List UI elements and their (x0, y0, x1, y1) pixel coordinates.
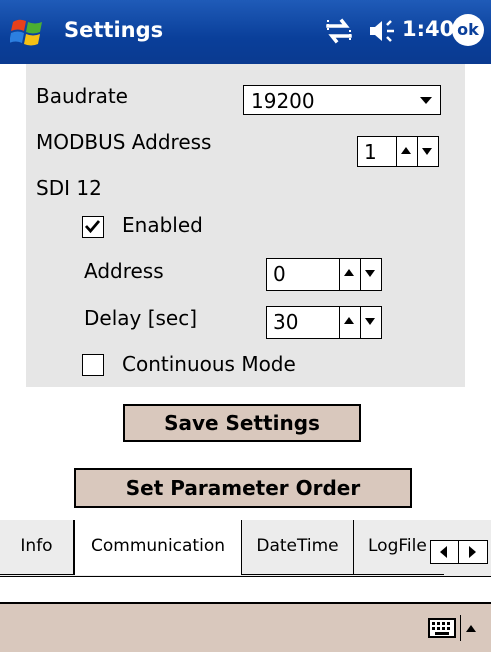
content-strip (0, 576, 491, 602)
arrow-right-icon (469, 546, 476, 558)
modbus-address-label: MODBUS Address (36, 130, 212, 154)
continuous-mode-label: Continuous Mode (122, 352, 296, 376)
modbus-address-stepper[interactable]: 1 (357, 136, 439, 167)
sdi-address-value: 0 (273, 262, 286, 286)
sip-menu-arrow-icon[interactable] (466, 625, 476, 632)
arrow-up-icon (401, 147, 411, 154)
save-settings-button[interactable]: Save Settings (123, 404, 361, 442)
separator (460, 615, 461, 641)
baudrate-value: 19200 (251, 89, 315, 113)
arrow-down-icon (365, 318, 375, 325)
enabled-checkbox[interactable] (82, 216, 104, 238)
increment-button[interactable] (339, 259, 360, 290)
decrement-button[interactable] (360, 259, 381, 290)
decrement-button[interactable] (360, 307, 381, 338)
tab-communication[interactable]: Communication (74, 520, 242, 575)
baudrate-dropdown[interactable]: 19200 (243, 85, 441, 115)
arrow-left-icon (440, 546, 447, 558)
window-title: Settings (64, 18, 164, 42)
sdi12-label: SDI 12 (36, 176, 102, 200)
tab-datetime[interactable]: DateTime (242, 520, 354, 575)
set-parameter-order-button[interactable]: Set Parameter Order (74, 468, 412, 508)
tab-scroll-left-button[interactable] (431, 541, 459, 563)
connectivity-icon[interactable] (322, 16, 356, 46)
menu-bar (0, 602, 491, 652)
speaker-icon[interactable] (366, 16, 400, 46)
keyboard-icon[interactable] (428, 618, 456, 638)
delay-value: 30 (273, 310, 299, 334)
arrow-down-icon (365, 270, 375, 277)
baudrate-label: Baudrate (36, 84, 128, 108)
tab-info[interactable]: Info (0, 520, 74, 575)
continuous-mode-checkbox[interactable] (82, 354, 104, 376)
arrow-down-icon (422, 148, 432, 155)
increment-button[interactable] (396, 137, 417, 166)
delay-stepper[interactable]: 30 (266, 306, 382, 339)
chevron-down-icon (420, 97, 432, 104)
enabled-label: Enabled (122, 213, 203, 237)
arrow-up-icon (344, 269, 354, 276)
arrow-up-icon (344, 317, 354, 324)
clock-time[interactable]: 1:40 (402, 17, 454, 41)
tab-scroll-right-button[interactable] (459, 541, 487, 563)
checkmark-icon (84, 220, 101, 234)
delay-label: Delay [sec] (84, 306, 198, 330)
sdi-address-stepper[interactable]: 0 (266, 258, 382, 291)
decrement-button[interactable] (417, 137, 438, 166)
ok-button[interactable]: ok (452, 14, 484, 46)
title-bar: Settings 1:40 ok (0, 0, 491, 64)
modbus-address-value: 1 (364, 140, 377, 164)
increment-button[interactable] (339, 307, 360, 338)
windows-start-icon[interactable] (10, 16, 44, 48)
sdi-address-label: Address (84, 259, 164, 283)
tab-scroll-control[interactable] (430, 540, 488, 564)
